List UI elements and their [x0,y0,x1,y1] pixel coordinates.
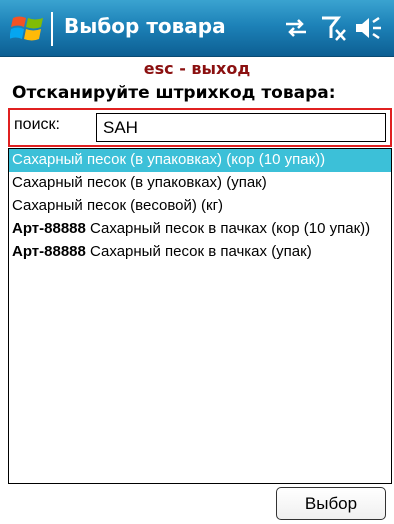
app-title: Выбор товара [64,14,226,38]
no-signal-icon[interactable] [318,14,348,44]
scan-prompt: Отсканируйте штрихкод товара: [12,83,336,103]
select-button[interactable]: Выбор [276,487,386,520]
search-row: поиск: [8,108,392,147]
item-text: Сахарный песок (в упаковках) (кор (10 уп… [12,151,326,168]
title-separator [51,12,53,46]
item-text: Сахарный песок (в упаковках) (упак) [12,174,267,191]
sync-arrows-icon[interactable] [282,14,310,42]
item-text: Сахарный песок в пачках (кор (10 упак)) [85,220,371,237]
item-article: Арт-88888 [12,220,86,237]
item-article: Арт-88888 [12,243,86,260]
item-text: Сахарный песок (весовой) (кг) [12,197,224,214]
search-input[interactable] [96,113,386,142]
product-list[interactable]: Сахарный песок (в упаковках) (кор (10 уп… [8,148,392,484]
list-item[interactable]: Арт-88888 Сахарный песок в пачках (упак) [9,241,391,264]
esc-hint: esc - выход [143,59,251,78]
list-item[interactable]: Сахарный песок (в упаковках) (кор (10 уп… [9,149,391,172]
list-item[interactable]: Сахарный песок (в упаковках) (упак) [9,172,391,195]
search-label: поиск: [14,116,60,133]
windows-start-icon[interactable] [10,12,46,44]
list-item[interactable]: Сахарный песок (весовой) (кг) [9,195,391,218]
title-bar: Выбор товара [0,0,394,57]
item-text: Сахарный песок в пачках (упак) [85,243,312,260]
volume-icon[interactable] [353,14,385,42]
list-item[interactable]: Арт-88888 Сахарный песок в пачках (кор (… [9,218,391,241]
